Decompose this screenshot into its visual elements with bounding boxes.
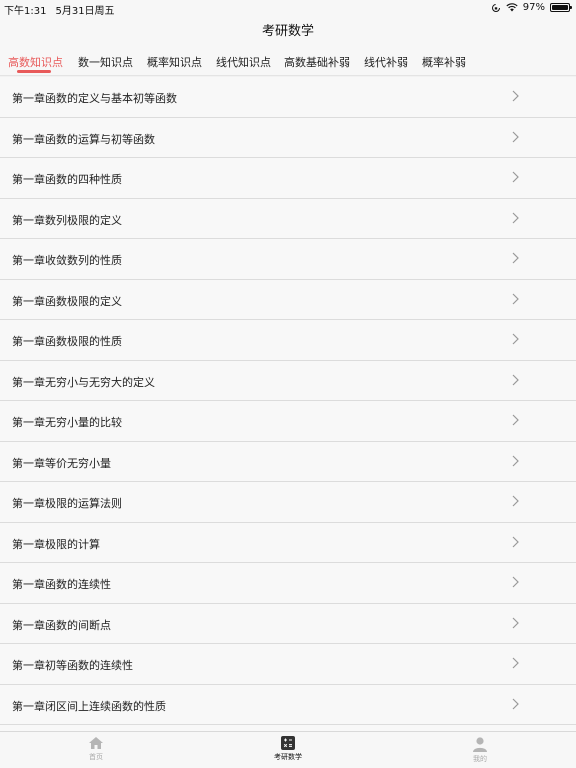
list-item[interactable]: 第一章无穷小与无穷大的定义: [0, 360, 576, 401]
list-item[interactable]: 第一章函数极限的性质: [0, 320, 576, 361]
topic-list: 第一章函数的定义与基本初等函数 第一章函数的运算与初等函数 第一章函数的四种性质 第一…: [0, 77, 576, 731]
list-item-label: 第一章极限的运算法则: [12, 497, 122, 510]
tabbar-label-home: 首页: [89, 753, 103, 761]
list-item-label: 第一章函数的运算与初等函数: [12, 132, 155, 146]
list-item[interactable]: 第一章极限的运算法则: [0, 482, 576, 523]
chevron-right-icon: [512, 617, 519, 628]
person-icon: [473, 737, 487, 752]
list-item[interactable]: 第一章数列极限的定义: [0, 198, 576, 239]
home-icon: [89, 737, 103, 749]
battery-icon: [550, 3, 572, 12]
list-item-label: 第一章函数的间断点: [12, 618, 111, 632]
list-item[interactable]: 第一章函数的四种性质: [0, 158, 576, 199]
chevron-right-icon: [512, 374, 519, 385]
list-item[interactable]: 第一章等价无穷小量: [0, 441, 576, 482]
list-item-label: 第一章函数的连续性: [12, 578, 111, 591]
wifi-icon: [506, 3, 518, 12]
list-item[interactable]: 第一章无穷小量的比较: [0, 401, 576, 442]
calculator-icon: [281, 736, 295, 750]
chevron-right-icon: [512, 536, 519, 547]
chevron-right-icon: [512, 333, 519, 345]
list-item[interactable]: 第一章函数的运算与初等函数: [0, 117, 576, 158]
list-item[interactable]: 第一章函数的间断点: [0, 603, 576, 644]
chevron-right-icon: [512, 293, 519, 304]
list-item-label: 第一章等价无穷小量: [12, 456, 111, 470]
list-item[interactable]: 第一章收敛数列的性质: [0, 239, 576, 280]
active-tab-indicator: [17, 70, 51, 73]
chevron-right-icon: [512, 131, 519, 142]
list-item-label: 第一章函数极限的定义: [12, 294, 122, 308]
list-item[interactable]: 第一章函数的定义与基本初等函数: [0, 77, 576, 118]
chevron-right-icon: [512, 495, 519, 507]
bottom-tab-bar: 首页 考研数学 我的: [0, 731, 576, 768]
chevron-right-icon: [512, 252, 519, 264]
list-item-label: 第一章无穷小与无穷大的定义: [12, 375, 155, 389]
tab-shuyi-knowledge[interactable]: 数一知识点: [78, 54, 133, 70]
list-item-label: 第一章无穷小量的比较: [12, 416, 122, 429]
list-item-label: 第一章初等函数的连续性: [12, 659, 133, 672]
list-item-label: 第一章收敛数列的性质: [12, 254, 122, 267]
tabbar-mine[interactable]: 我的: [440, 736, 520, 764]
chevron-right-icon: [512, 698, 519, 709]
list-item-label: 第一章闭区间上连续函数的性质: [12, 699, 166, 713]
list-item[interactable]: 第一章闭区间上连续函数的性质: [0, 684, 576, 725]
orientation-lock-icon: [491, 3, 500, 12]
tabbar-kaoyan-math[interactable]: 考研数学: [248, 736, 328, 762]
list-item-label: 第一章数列极限的定义: [12, 213, 122, 227]
chevron-right-icon: [512, 576, 519, 588]
nav-bar: 考研数学: [0, 16, 576, 48]
chevron-right-icon: [512, 414, 519, 426]
status-right: 97%: [491, 2, 572, 13]
tab-gaoshu-knowledge[interactable]: 高数知识点: [8, 54, 63, 70]
tab-probability-knowledge[interactable]: 概率知识点: [147, 54, 202, 70]
list-item-label: 第一章极限的计算: [12, 537, 100, 551]
status-bar: 下午1:31 5月31日周五 97%: [0, 0, 576, 17]
list-item[interactable]: 第一章函数极限的定义: [0, 279, 576, 320]
battery-percent: 97%: [522, 2, 545, 13]
tab-linear-algebra-foundation[interactable]: 线代补弱: [364, 54, 408, 70]
tabbar-label-mine: 我的: [473, 755, 487, 763]
battery-fill: [552, 5, 568, 10]
list-item-label: 第一章函数的定义与基本初等函数: [12, 92, 177, 105]
tab-gaoshu-foundation[interactable]: 高数基础补弱: [284, 54, 350, 70]
list-item-label: 第一章函数极限的性质: [12, 335, 122, 348]
list-item[interactable]: 第一章极限的计算: [0, 522, 576, 563]
chevron-right-icon: [512, 455, 519, 466]
tab-probability-foundation[interactable]: 概率补弱: [422, 54, 466, 70]
tabbar-home[interactable]: 首页: [56, 736, 136, 762]
list-item-label: 第一章函数的四种性质: [12, 173, 122, 186]
tab-linear-algebra-knowledge[interactable]: 线代知识点: [216, 54, 271, 70]
status-left: 下午1:31 5月31日周五: [4, 2, 124, 17]
tabbar-label-kaoyan-math: 考研数学: [274, 753, 302, 761]
list-item[interactable]: 第一章初等函数的连续性: [0, 644, 576, 685]
list-item[interactable]: 第一章函数的连续性: [0, 563, 576, 604]
chevron-right-icon: [512, 212, 519, 223]
category-tabs: 高数知识点 数一知识点 概率知识点 线代知识点 高数基础补弱 线代补弱 概率补弱: [0, 48, 576, 76]
page-title: 考研数学: [261, 24, 314, 39]
chevron-right-icon: [512, 171, 519, 183]
chevron-right-icon: [512, 657, 519, 669]
chevron-right-icon: [512, 90, 519, 102]
